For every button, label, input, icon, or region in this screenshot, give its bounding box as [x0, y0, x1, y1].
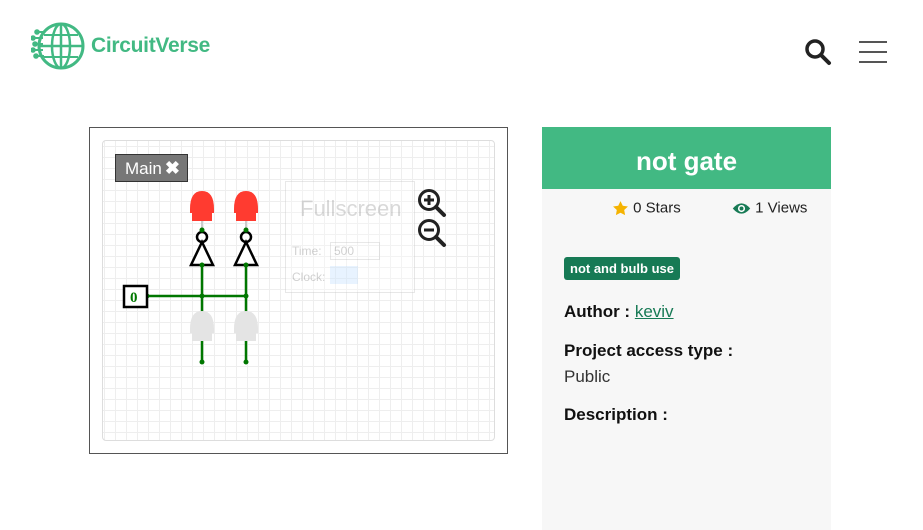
stars-label: 0 Stars: [633, 199, 681, 217]
circuit-preview-frame[interactable]: Main ✖ Fullscreen Time: 500 Clock: 0: [89, 127, 508, 454]
author-link[interactable]: keviv: [635, 302, 674, 321]
project-title: not gate: [542, 127, 831, 189]
views-label: 1 Views: [755, 199, 808, 217]
project-info-panel: not gate 0 Stars 1 Views not and bulb us…: [542, 127, 831, 530]
views-count: 1 Views: [732, 199, 807, 217]
site-header: CircuitVerse: [0, 0, 923, 100]
eye-icon: [732, 202, 751, 214]
search-icon[interactable]: [804, 38, 832, 66]
project-stats: 0 Stars 1 Views: [542, 199, 831, 219]
led-bulb-3-off[interactable]: [190, 311, 214, 341]
not-gate-1[interactable]: [189, 227, 215, 267]
circuitverse-logo-icon[interactable]: [31, 18, 87, 74]
led-bulb-1[interactable]: [190, 191, 214, 231]
author-row: Author : keviv: [564, 302, 674, 322]
author-label: Author :: [564, 302, 631, 321]
circuit-drawing[interactable]: 0: [103, 141, 495, 441]
project-tag[interactable]: not and bulb use: [564, 257, 680, 280]
input-value: 0: [130, 290, 138, 306]
description-label: Description :: [564, 405, 668, 424]
led-bulb-2[interactable]: [234, 191, 258, 231]
hamburger-menu-icon[interactable]: [858, 40, 888, 64]
stars-count[interactable]: 0 Stars: [612, 199, 681, 217]
access-type-label: Project access type :: [564, 341, 734, 360]
zoom-in-icon[interactable]: [417, 188, 447, 218]
access-type-value: Public: [564, 367, 611, 386]
led-bulb-4-off[interactable]: [234, 311, 258, 341]
brand-name[interactable]: CircuitVerse: [91, 34, 210, 58]
not-gate-2[interactable]: [233, 227, 259, 267]
zoom-out-icon[interactable]: [417, 218, 447, 248]
star-icon: [613, 200, 628, 215]
circuit-canvas[interactable]: Main ✖ Fullscreen Time: 500 Clock: 0: [102, 140, 495, 441]
